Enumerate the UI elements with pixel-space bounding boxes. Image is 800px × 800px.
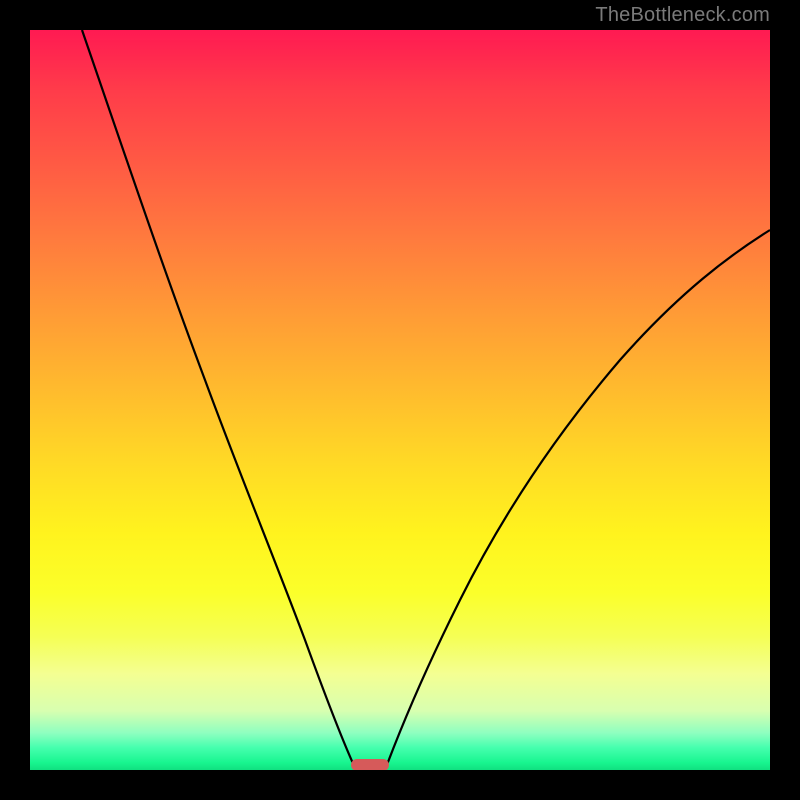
chart-frame: TheBottleneck.com (0, 0, 800, 800)
left-curve (82, 30, 356, 770)
plot-area (30, 30, 770, 770)
watermark-text: TheBottleneck.com (595, 4, 770, 27)
right-curve (385, 230, 770, 770)
bottleneck-marker (351, 759, 389, 770)
curve-layer (30, 30, 770, 770)
